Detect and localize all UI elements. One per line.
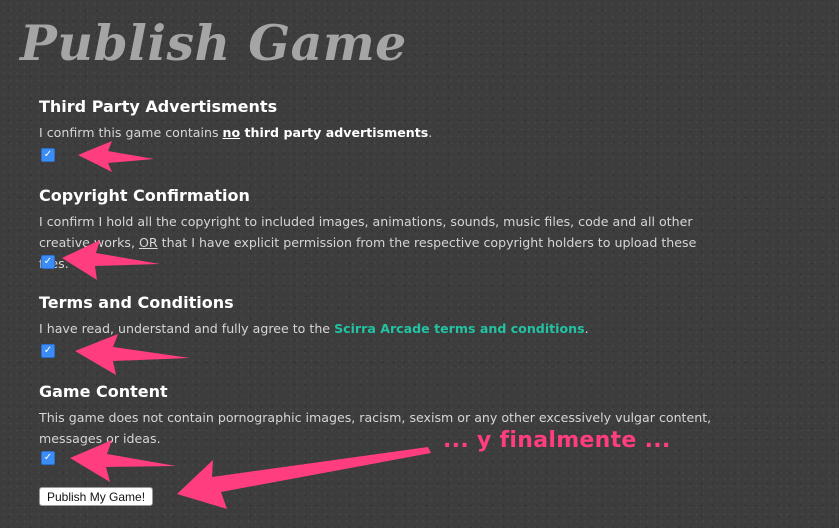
- section-text: I confirm this game contains no third pa…: [39, 125, 433, 140]
- publish-button[interactable]: Publish My Game!: [39, 487, 154, 506]
- terms-link[interactable]: Scirra Arcade terms and conditions: [334, 321, 585, 336]
- third-party-ads-checkbox[interactable]: ✓: [41, 148, 55, 162]
- section-text: I confirm I hold all the copyright to in…: [39, 214, 697, 271]
- section-terms: Terms and Conditions I have read, unders…: [39, 293, 589, 339]
- section-third-party-ads: Third Party Advertisments I confirm this…: [39, 97, 432, 143]
- arrow-annotation-icon: [75, 334, 190, 375]
- checkmark-icon: ✓: [43, 149, 53, 160]
- section-heading: Copyright Confirmation: [39, 186, 250, 205]
- section-copyright: Copyright Confirmation I confirm I hold …: [39, 186, 729, 274]
- terms-checkbox[interactable]: ✓: [41, 344, 55, 358]
- arrow-annotation-icon: [78, 141, 154, 172]
- checkmark-icon: ✓: [43, 256, 53, 267]
- section-heading: Terms and Conditions: [39, 293, 234, 312]
- copyright-checkbox[interactable]: ✓: [41, 255, 55, 269]
- annotation-text: ... y finalmente ...: [443, 428, 671, 453]
- arrow-annotation-icon: [177, 447, 431, 509]
- checkmark-icon: ✓: [43, 345, 53, 356]
- section-heading: Game Content: [39, 382, 168, 401]
- checkmark-icon: ✓: [43, 452, 53, 463]
- game-content-checkbox[interactable]: ✓: [41, 451, 55, 465]
- page-title: Publish Game: [20, 14, 407, 72]
- section-heading: Third Party Advertisments: [39, 97, 278, 116]
- section-text: I have read, understand and fully agree …: [39, 321, 589, 336]
